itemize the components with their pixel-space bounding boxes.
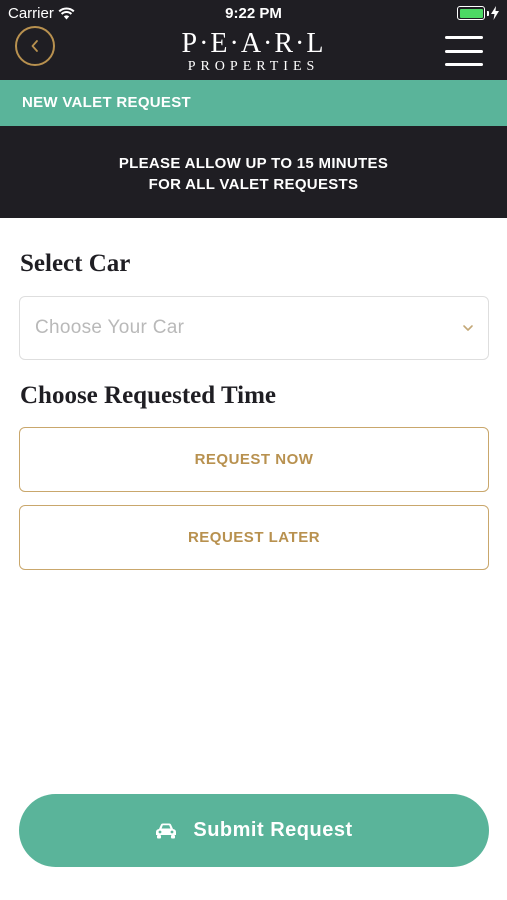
submit-request-button[interactable]: Submit Request — [19, 794, 489, 867]
car-select[interactable]: Choose Your Car — [19, 296, 489, 360]
notice-line-1: PLEASE ALLOW UP TO 15 MINUTES — [118, 155, 389, 172]
charging-icon — [491, 6, 499, 20]
logo-sub-text: PROPERTIES — [187, 59, 320, 74]
submit-label: Submit Request — [193, 819, 353, 841]
status-bar: Carrier 9:22 PM — [0, 0, 507, 28]
battery-indicator — [457, 6, 499, 20]
select-car-label: Select Car — [20, 250, 131, 277]
battery-icon — [457, 6, 485, 20]
car-select-placeholder: Choose Your Car — [35, 317, 185, 338]
section-title: NEW VALET REQUEST — [0, 80, 507, 126]
hamburger-icon — [445, 36, 483, 39]
car-icon — [156, 823, 177, 838]
request-later-button[interactable]: REQUEST LATER — [19, 505, 489, 570]
app-header: Carrier 9:22 PM P·E·A·R·L PROPERTIES — [0, 0, 507, 80]
pearl-properties-logo: P·E·A·R·L PROPERTIES — [0, 28, 507, 75]
chevron-down-icon — [463, 325, 473, 331]
valet-notice: PLEASE ALLOW UP TO 15 MINUTES FOR ALL VA… — [0, 126, 507, 218]
logo-main-text: P·E·A·R·L — [181, 28, 326, 59]
requested-time-label: Choose Requested Time — [20, 382, 277, 409]
notice-line-2: FOR ALL VALET REQUESTS — [148, 176, 359, 193]
status-time: 9:22 PM — [225, 5, 282, 22]
menu-button[interactable] — [445, 36, 483, 66]
request-now-button[interactable]: REQUEST NOW — [19, 427, 489, 492]
